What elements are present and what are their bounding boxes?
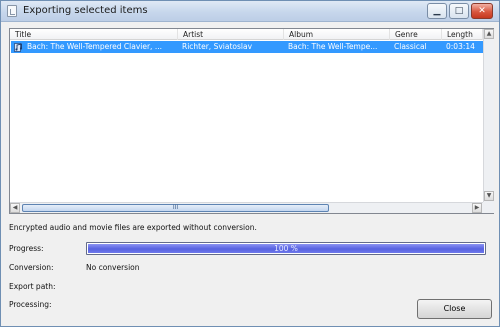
minimize-button[interactable]: ▁ [427, 3, 447, 19]
cell-title: Bach: The Well-Tempered Clavier, ... [27, 42, 162, 51]
progress-label: Progress: [9, 244, 44, 253]
title-bar[interactable]: Exporting selected items ▁ □ ✕ [1, 1, 499, 22]
maximize-button[interactable]: □ [449, 3, 469, 19]
scroll-down-icon[interactable]: ▼ [484, 191, 494, 201]
window-title: Exporting selected items [23, 5, 148, 16]
export-dialog: Exporting selected items ▁ □ ✕ Title Art… [0, 0, 500, 327]
music-track-icon [14, 43, 23, 52]
close-window-button[interactable]: ✕ [471, 3, 493, 19]
vertical-scrollbar[interactable]: ▲ ▼ [483, 29, 494, 202]
cell-album: Bach: The Well-Tempe... [288, 42, 378, 51]
cell-length: 0:03:14 [446, 42, 475, 51]
cell-artist: Richter, Sviatoslav [182, 42, 253, 51]
scroll-up-icon[interactable]: ▲ [484, 29, 494, 39]
column-header-title[interactable]: Title [10, 29, 178, 40]
column-header-artist[interactable]: Artist [178, 29, 284, 40]
column-header-album[interactable]: Album [284, 29, 390, 40]
scroll-left-icon[interactable]: ◀ [10, 203, 20, 213]
info-text: Encrypted audio and movie files are expo… [9, 223, 257, 232]
column-header-genre[interactable]: Genre [390, 29, 442, 40]
horizontal-scroll-thumb[interactable]: III [22, 204, 329, 212]
scroll-corner [483, 202, 494, 213]
export-path-label: Export path: [9, 282, 56, 291]
document-icon [7, 5, 17, 17]
horizontal-scrollbar[interactable]: ◀ III ▶ [10, 202, 483, 213]
scroll-right-icon[interactable]: ▶ [472, 203, 482, 213]
items-list[interactable]: Title Artist Album Genre Length Bach: Th… [9, 28, 494, 214]
processing-label: Processing: [9, 300, 52, 309]
maximize-icon: □ [454, 6, 464, 16]
progress-bar: 100 % [86, 242, 486, 255]
conversion-value: No conversion [86, 263, 140, 272]
cell-genre: Classical [394, 42, 427, 51]
minimize-icon: ▁ [433, 6, 441, 16]
list-header: Title Artist Album Genre Length [10, 29, 483, 40]
close-button[interactable]: Close [417, 299, 492, 319]
table-row[interactable]: Bach: The Well-Tempered Clavier, ... Ric… [11, 41, 483, 53]
column-header-length[interactable]: Length [442, 29, 483, 40]
progress-text: 100 % [274, 244, 298, 253]
close-icon: ✕ [478, 6, 486, 16]
conversion-label: Conversion: [9, 263, 54, 272]
